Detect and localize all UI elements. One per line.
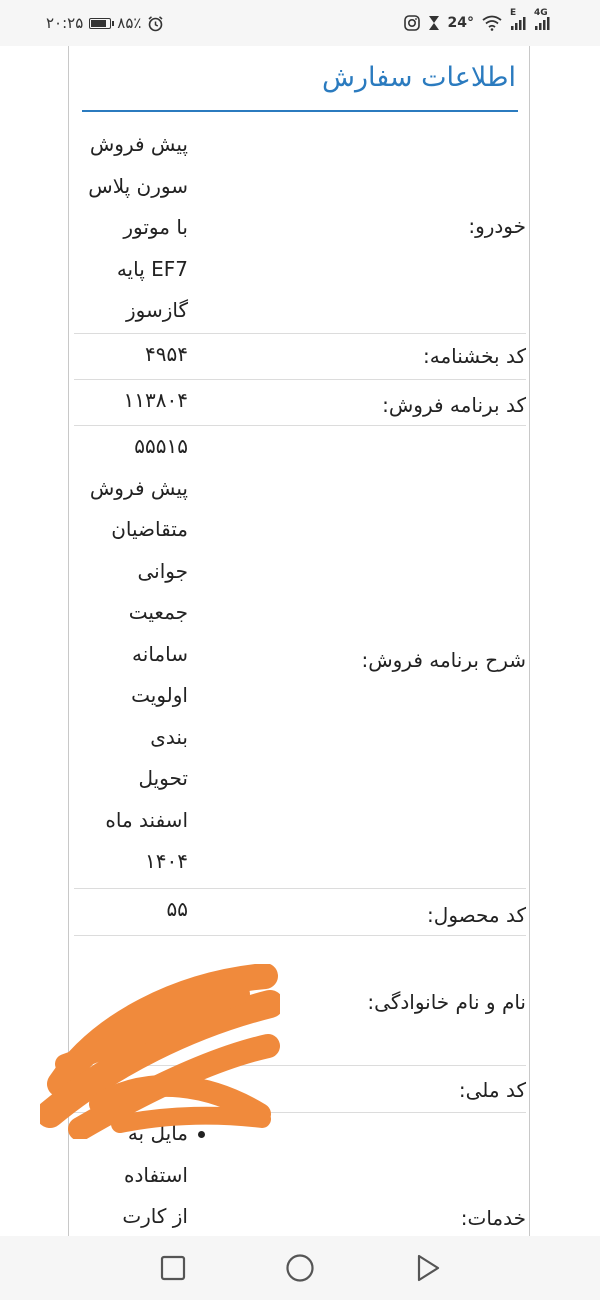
status-right: 24° E 4G	[403, 8, 550, 34]
back-triangle-icon	[417, 1254, 440, 1282]
title-divider	[82, 110, 518, 112]
alarm-icon	[148, 15, 163, 31]
network-4g-label: 4G	[534, 8, 548, 18]
row-value-circular-code: ۴۹۵۴	[78, 334, 188, 376]
value-line: ۵۵	[166, 897, 188, 921]
signal-icon	[511, 17, 526, 30]
row-label-circular-code: کد بخشنامه:	[423, 344, 526, 368]
value-line: ۱۴۰۴	[145, 849, 188, 873]
row-value-sales-program-description: ۵۵۵۱۵ پیش فروش متقاضیان جوانی جمعیت ساما…	[78, 426, 188, 883]
signal-icon-2	[535, 17, 550, 30]
wifi-icon	[482, 15, 502, 31]
row-label-services: خدمات:	[460, 1206, 526, 1230]
row-sales-program-code: کد برنامه فروش: ۱۱۳۸۰۴	[74, 380, 526, 426]
row-label-full-name: نام و نام خانوادگی:	[367, 990, 526, 1014]
value-line: پیش فروش	[89, 132, 188, 156]
recents-button[interactable]	[155, 1250, 191, 1286]
row-product-code: کد محصول: ۵۵	[74, 889, 526, 936]
value-line: جمعیت	[128, 600, 188, 624]
home-button[interactable]	[282, 1250, 318, 1286]
row-label-sales-program-description: شرح برنامه فروش:	[361, 648, 526, 672]
back-button[interactable]	[410, 1250, 446, 1286]
battery-percent: ۸۵٪	[117, 14, 142, 32]
value-line: گازسوز	[125, 298, 188, 322]
value-line: جوانی	[137, 558, 189, 583]
row-label-product-code: کد محصول:	[427, 903, 526, 927]
value-line: تحویل	[138, 766, 188, 790]
battery-icon	[89, 17, 115, 29]
value-line: اولویت	[131, 683, 188, 707]
navigation-bar	[0, 1236, 600, 1300]
row-value-car: پیش فروش سورن پلاس با موتور EF7 پایه گاز…	[78, 124, 188, 332]
signal-e: E	[510, 8, 526, 30]
value-line: ۴۹۵۴	[145, 342, 188, 366]
value-line: استفاده	[124, 1162, 188, 1187]
row-label-sales-program-code: کد برنامه فروش:	[382, 393, 526, 417]
row-label-national-id: کد ملی:	[458, 1078, 526, 1102]
row-sales-program-description: شرح برنامه فروش: ۵۵۵۱۵ پیش فروش متقاضیان…	[74, 426, 526, 889]
value-line: بندی	[150, 724, 188, 749]
value-line: سامانه	[132, 641, 188, 666]
row-label-car: خودرو:	[468, 214, 526, 238]
status-left: ۲۰:۲۵ ۸۵٪	[46, 12, 164, 34]
row-value-product-code: ۵۵	[78, 889, 188, 931]
value-line: متقاضیان	[111, 517, 188, 541]
temperature: 24°	[447, 15, 474, 31]
value-line: با موتور	[123, 215, 188, 239]
instagram-icon	[403, 15, 420, 31]
value-line: ۱۱۳۸۰۴	[123, 388, 188, 412]
row-value-sales-program-code: ۱۱۳۸۰۴	[78, 380, 188, 422]
home-circle-icon	[286, 1254, 314, 1282]
value-line: EF7 پایه	[116, 256, 188, 281]
redaction-scribble	[40, 964, 280, 1139]
value-line: ۵۵۵۱۵	[134, 434, 188, 458]
hourglass-icon	[428, 16, 439, 30]
network-e-label: E	[510, 8, 517, 18]
value-line: پیش فروش	[89, 475, 188, 500]
row-car: خودرو: پیش فروش سورن پلاس با موتور EF7 پ…	[74, 124, 526, 334]
page-content[interactable]: اطلاعات سفارش خودرو: پیش فروش سورن پلاس …	[0, 46, 600, 1236]
clock: ۲۰:۲۵	[46, 14, 84, 32]
status-bar: ۲۰:۲۵ ۸۵٪ 24° E 4G	[0, 0, 600, 46]
value-line: اسفند ماه	[105, 807, 188, 832]
row-circular-code: کد بخشنامه: ۴۹۵۴	[74, 334, 526, 380]
value-line: از کارت	[122, 1204, 188, 1228]
panel-title: اطلاعات سفارش	[322, 62, 516, 93]
value-line: سورن پلاس	[88, 173, 188, 198]
recents-square-icon	[160, 1255, 186, 1281]
signal-4g: 4G	[534, 8, 550, 30]
